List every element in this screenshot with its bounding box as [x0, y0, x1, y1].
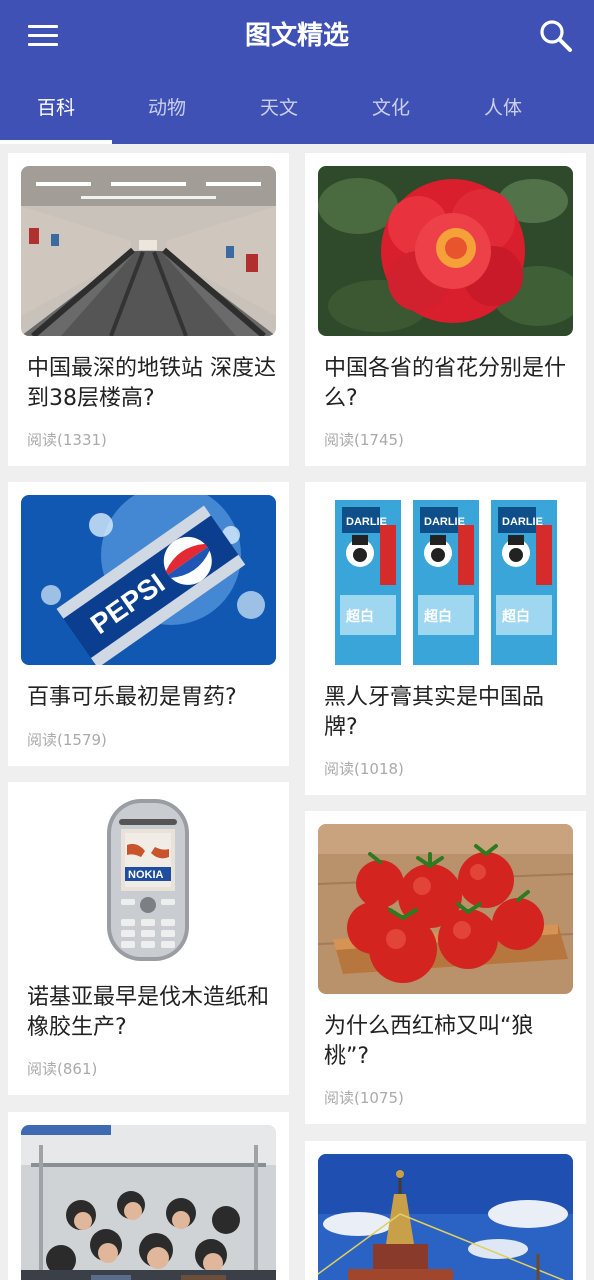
darlie-toothpaste-image: DARLIE 超白 DARLIE 超白 DARLIE 超白	[318, 495, 573, 665]
article-title: 中国各省的省花分别是什么?	[324, 356, 567, 411]
search-icon[interactable]	[534, 14, 578, 58]
article-title: 黑人牙膏其实是中国品牌?	[324, 685, 545, 740]
article-card[interactable]: 中国各省的省花分别是什么? 阅读(1745)	[305, 153, 586, 466]
article-card[interactable]	[8, 1112, 289, 1280]
tab-astronomy[interactable]: 天文	[223, 72, 335, 144]
tab-animals[interactable]: 动物	[111, 72, 223, 144]
svg-text:NOKIA: NOKIA	[128, 869, 164, 881]
tab-human-body[interactable]: 人体	[447, 72, 559, 144]
article-title: 中国最深的地铁站 深度达到38层楼高?	[27, 356, 276, 411]
read-count: 阅读(1579)	[27, 731, 107, 749]
tab-culture[interactable]: 文化	[335, 72, 447, 144]
page-title: 图文精选	[244, 21, 349, 51]
read-count: 阅读(861)	[27, 1060, 98, 1078]
red-rose-image	[318, 166, 573, 336]
article-card[interactable]: DARLIE 超白 DARLIE 超白 DARLIE 超白 黑人牙膏其实是中国品…	[305, 482, 586, 795]
article-title: 诺基亚最早是伐木造纸和橡胶生产?	[27, 985, 270, 1040]
subway-escalator-image	[21, 166, 276, 336]
app-bar: 图文精选 百科 动物 天文 文化 人体	[0, 0, 594, 144]
tibetan-stupa-image	[318, 1154, 573, 1280]
svg-text:超白: 超白	[345, 608, 374, 624]
svg-text:超白: 超白	[423, 608, 452, 624]
read-count: 阅读(1018)	[324, 760, 404, 778]
article-title: 百事可乐最初是胃药?	[27, 685, 237, 710]
tomatoes-image	[318, 824, 573, 994]
article-card[interactable]: PEPSI 百事可乐最初是胃药? 阅读(1579)	[8, 482, 289, 766]
article-card[interactable]: 中国最深的地铁站 深度达到38层楼高? 阅读(1331)	[8, 153, 289, 466]
article-card[interactable]: 为什么西红柿又叫“狼桃”? 阅读(1075)	[305, 811, 586, 1124]
tab-baike[interactable]: 百科	[0, 72, 112, 144]
article-card[interactable]: NOKIA 诺基亚最早是伐木造纸和橡胶生产? 阅读(861)	[8, 782, 289, 1095]
nokia-phone-image: NOKIA	[21, 795, 276, 965]
tab-indicator	[0, 140, 112, 144]
read-count: 阅读(1331)	[27, 431, 107, 449]
pepsi-can-image: PEPSI	[21, 495, 276, 665]
svg-text:超白: 超白	[501, 608, 530, 624]
toolbar: 图文精选	[0, 0, 594, 72]
category-tabs: 百科 动物 天文 文化 人体	[0, 72, 594, 144]
read-count: 阅读(1075)	[324, 1089, 404, 1107]
article-title: 为什么西红柿又叫“狼桃”?	[324, 1014, 534, 1069]
read-count: 阅读(1745)	[324, 431, 404, 449]
article-card[interactable]	[305, 1141, 586, 1280]
crowded-bus-image	[21, 1125, 276, 1280]
